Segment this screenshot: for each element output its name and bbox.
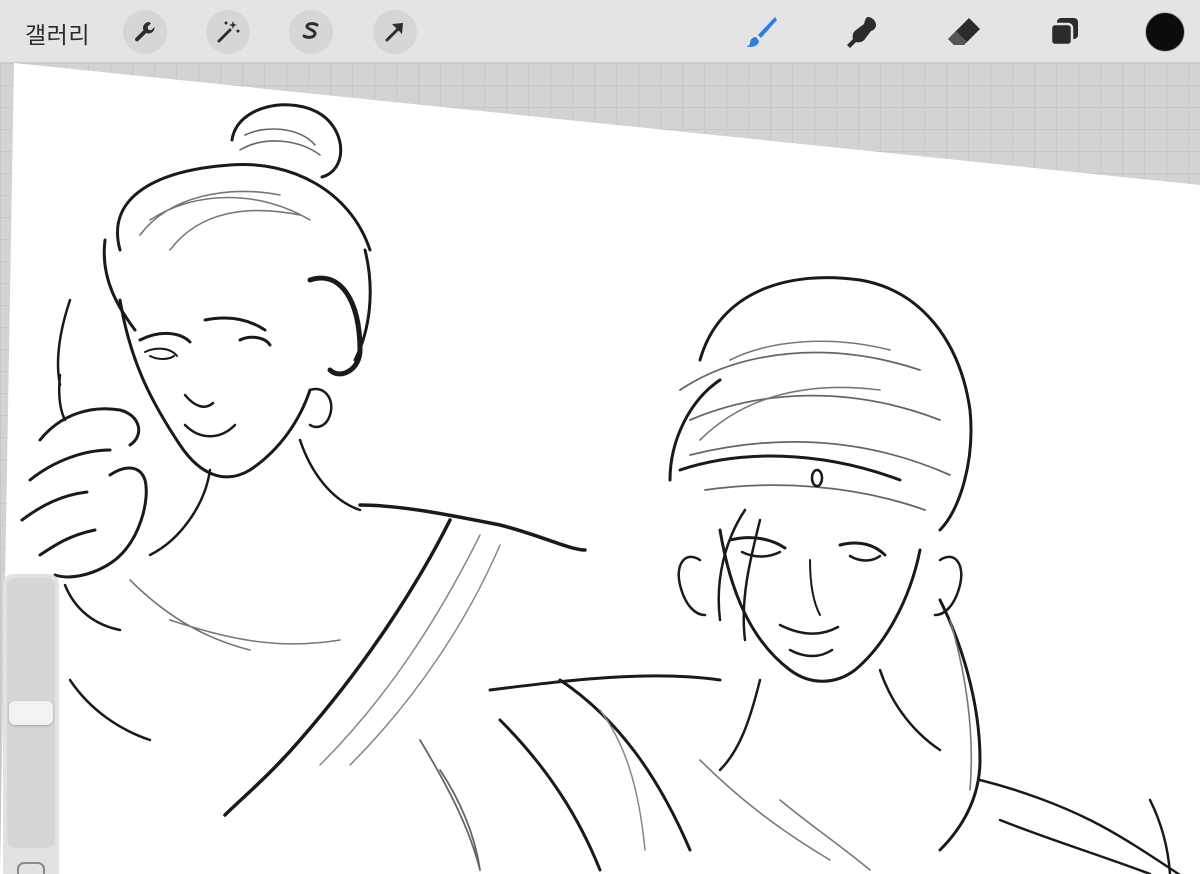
modify-button[interactable] [17,862,45,874]
brush-icon[interactable] [741,12,781,52]
smudge-icon[interactable] [842,12,882,52]
layers-icon[interactable] [1044,12,1084,52]
magic-wand-icon[interactable] [206,10,250,54]
paper-sheet [0,63,1200,874]
color-picker-button[interactable] [1145,12,1185,52]
transform-arrow-icon[interactable] [373,10,417,54]
brush-size-slider[interactable] [7,578,55,848]
selection-s-icon[interactable] [289,10,333,54]
wrench-icon[interactable] [123,10,167,54]
gallery-button[interactable]: 갤러리 [25,16,90,50]
top-toolbar: 갤러리 [0,0,1200,63]
artwork-canvas[interactable] [0,63,1200,874]
side-brush-panel [3,574,59,874]
brush-size-slider-thumb[interactable] [9,701,53,725]
canvas-area[interactable] [0,63,1200,874]
eraser-icon[interactable] [944,12,984,52]
